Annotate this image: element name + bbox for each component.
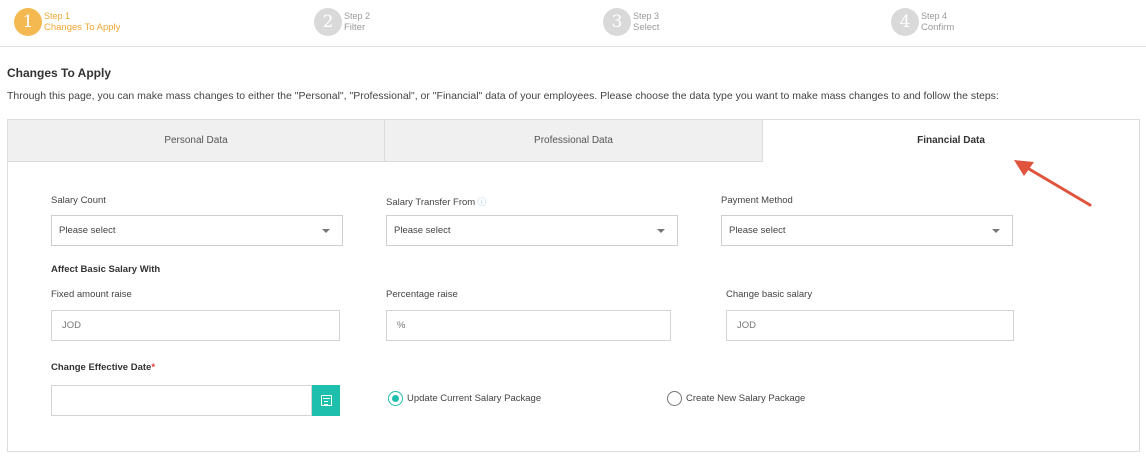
section-title: Changes To Apply	[7, 66, 112, 80]
change-effective-date-label: Change Effective Date*	[51, 362, 155, 373]
change-effective-date-input[interactable]	[51, 385, 312, 416]
info-icon[interactable]: ⓘ	[477, 197, 486, 207]
payment-method-label: Payment Method	[721, 195, 793, 206]
percentage-raise-input[interactable]: %	[386, 310, 671, 341]
change-basic-salary-label: Change basic salary	[726, 289, 813, 300]
chevron-down-icon	[992, 229, 1000, 233]
intro-text: Through this page, you can make mass cha…	[7, 90, 999, 102]
step-1[interactable]: 1 Step 1 Changes To Apply	[14, 7, 120, 37]
update-current-package-radio[interactable]: Update Current Salary Package	[388, 391, 541, 406]
percentage-raise-label: Percentage raise	[386, 289, 458, 300]
step-4-label: Step 4	[921, 11, 948, 21]
step-2-number: 2	[314, 8, 342, 36]
step-3-label: Step 3	[633, 11, 660, 21]
step-4-number: 4	[891, 8, 919, 36]
calendar-button[interactable]	[312, 385, 340, 416]
calendar-icon	[320, 395, 332, 406]
salary-count-label: Salary Count	[51, 195, 106, 206]
step-1-label: Step 1	[44, 11, 71, 21]
salary-transfer-from-label: Salary Transfer From ⓘ	[386, 195, 486, 208]
change-basic-salary-input[interactable]: JOD	[726, 310, 1014, 341]
step-2[interactable]: 2 Step 2 Filter	[314, 7, 370, 37]
radio-unchecked-icon	[667, 391, 682, 406]
create-new-package-radio[interactable]: Create New Salary Package	[667, 391, 805, 406]
payment-method-value: Please select	[729, 225, 786, 236]
salary-transfer-from-label-text: Salary Transfer From	[386, 197, 476, 208]
change-effective-date-label-text: Change Effective Date	[51, 362, 152, 373]
update-current-package-label: Update Current Salary Package	[407, 393, 542, 404]
salary-count-select[interactable]: Please select	[51, 215, 343, 246]
annotation-arrow-icon	[1014, 160, 1092, 207]
data-type-panel: Personal Data Professional Data Financia…	[7, 119, 1140, 452]
step-4[interactable]: 4 Step 4 Confirm	[891, 7, 954, 37]
step-2-name: Filter	[344, 22, 366, 33]
affect-basic-salary-heading: Affect Basic Salary With	[51, 264, 161, 275]
salary-transfer-from-value: Please select	[394, 225, 451, 236]
salary-count-value: Please select	[59, 225, 116, 236]
chevron-down-icon	[322, 229, 330, 233]
step-1-name: Changes To Apply	[44, 22, 121, 33]
fixed-amount-raise-input[interactable]: JOD	[51, 310, 340, 341]
step-1-number: 1	[14, 8, 42, 36]
step-3-number: 3	[603, 8, 631, 36]
required-marker: *	[151, 362, 156, 373]
chevron-down-icon	[657, 229, 665, 233]
salary-transfer-from-select[interactable]: Please select	[386, 215, 678, 246]
tab-professional-data[interactable]: Professional Data	[385, 120, 763, 162]
radio-checked-icon	[388, 391, 403, 406]
fixed-amount-raise-label: Fixed amount raise	[51, 289, 132, 300]
tab-personal-data[interactable]: Personal Data	[8, 120, 385, 162]
step-2-label: Step 2	[344, 11, 371, 21]
data-type-tabs: Personal Data Professional Data Financia…	[8, 120, 1139, 162]
step-3[interactable]: 3 Step 3 Select	[603, 7, 659, 37]
payment-method-select[interactable]: Please select	[721, 215, 1013, 246]
wizard-stepper: 1 Step 1 Changes To Apply 2 Step 2 Filte…	[0, 0, 1146, 47]
create-new-package-label: Create New Salary Package	[686, 393, 806, 404]
step-4-name: Confirm	[921, 22, 955, 33]
step-3-name: Select	[633, 22, 660, 33]
